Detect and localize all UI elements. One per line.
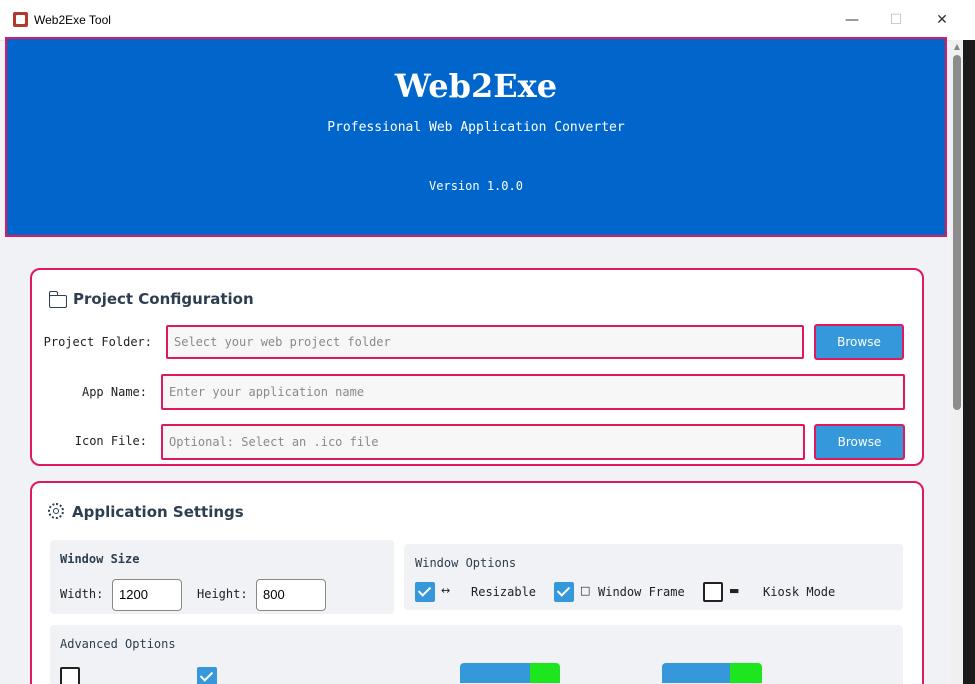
advanced-options-panel: Advanced Options xyxy=(50,625,903,684)
window-title: Web2Exe Tool xyxy=(34,13,111,27)
application-settings-card: Application Settings Window Size Width: … xyxy=(30,481,924,684)
monitor-icon: ▬ xyxy=(729,584,740,597)
window-frame-label: Window Frame xyxy=(598,585,685,599)
maximize-button[interactable]: ☐ xyxy=(873,0,919,40)
resizable-label: Resizable xyxy=(471,585,537,599)
project-folder-label: Project Folder: xyxy=(43,335,152,349)
window-options-panel: Window Options ↔ Resizable □ Window Fram… xyxy=(404,544,903,610)
window-size-title: Window Size xyxy=(60,552,140,566)
project-folder-input[interactable] xyxy=(166,325,804,359)
window-frame-checkbox[interactable] xyxy=(554,582,574,602)
app-name-label: App Name: xyxy=(81,385,147,399)
desktop-background xyxy=(963,40,975,684)
advanced-option-checkbox-1[interactable] xyxy=(60,667,80,684)
icon-file-label: Icon File: xyxy=(74,434,147,448)
kiosk-mode-label: Kiosk Mode xyxy=(763,585,836,599)
width-label: Width: xyxy=(60,587,104,601)
folder-icon xyxy=(49,291,67,308)
app-logo-icon xyxy=(13,12,28,27)
app-name-input[interactable] xyxy=(161,374,905,410)
width-input[interactable]: 1200 xyxy=(112,579,182,611)
window-options-title: Window Options xyxy=(415,556,517,570)
kiosk-mode-checkbox[interactable] xyxy=(703,582,723,602)
project-configuration-title: Project Configuration xyxy=(73,290,254,308)
height-input[interactable]: 800 xyxy=(256,579,326,611)
title-bar[interactable]: Web2Exe Tool — ☐ ✕ xyxy=(0,0,975,41)
app-header-banner: Web2Exe Professional Web Application Con… xyxy=(5,37,947,237)
advanced-options-title: Advanced Options xyxy=(60,637,176,651)
height-label: Height: xyxy=(197,587,248,601)
app-title: Web2Exe xyxy=(394,67,558,105)
resizable-checkbox[interactable] xyxy=(415,582,435,602)
app-subtitle: Professional Web Application Converter xyxy=(327,120,625,135)
minimize-button[interactable]: — xyxy=(829,0,875,40)
app-window: Web2Exe Tool — ☐ ✕ Web2Exe Professional … xyxy=(0,0,975,684)
advanced-action-button-2[interactable] xyxy=(662,663,762,683)
icon-file-browse-button[interactable]: Browse xyxy=(814,424,905,460)
project-configuration-card: Project Configuration Project Folder: Br… xyxy=(30,268,924,466)
application-settings-title: Application Settings xyxy=(72,503,244,521)
icon-file-input[interactable] xyxy=(161,424,805,460)
app-version: Version 1.0.0 xyxy=(429,179,523,193)
window-size-panel: Window Size Width: 1200 Height: 800 xyxy=(50,540,394,614)
advanced-option-checkbox-2[interactable] xyxy=(197,667,217,684)
gear-icon xyxy=(48,503,64,519)
advanced-action-button-1[interactable] xyxy=(460,663,560,683)
scroll-up-icon[interactable]: ▲ xyxy=(951,40,963,54)
resize-icon: ↔ xyxy=(441,584,451,597)
close-button[interactable]: ✕ xyxy=(919,0,965,40)
scrollbar-thumb[interactable] xyxy=(953,55,961,410)
window-frame-icon: □ xyxy=(580,584,591,597)
project-folder-browse-button[interactable]: Browse xyxy=(814,324,904,360)
